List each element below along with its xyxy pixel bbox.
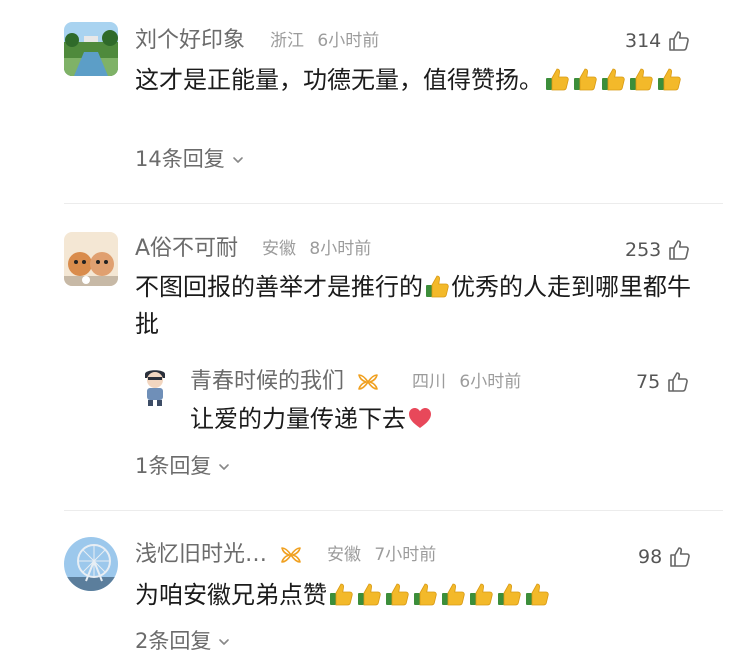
- like-button[interactable]: 98: [638, 545, 692, 569]
- location: 浙江: [270, 31, 304, 51]
- ribbon-badge-icon: [279, 546, 303, 564]
- comment-meta: 浙江 6小时前: [270, 33, 379, 50]
- comment-meta: 安徽 8小时前: [262, 241, 371, 258]
- ferris-wheel-icon: [64, 537, 118, 591]
- thumbs-up-icon: [667, 29, 691, 53]
- thumbs-up-emoji-icon: [600, 66, 626, 92]
- location: 安徽: [327, 545, 361, 565]
- reply-username[interactable]: 青春时候的我们: [190, 371, 344, 393]
- reply-text: 让爱的力量传递下去: [190, 401, 710, 438]
- thumbs-up-icon: [668, 545, 692, 569]
- thumbs-up-emoji-icon: [356, 581, 382, 607]
- like-button[interactable]: 253: [625, 238, 691, 262]
- divider: [64, 203, 723, 204]
- avatar[interactable]: [64, 22, 118, 76]
- comment-text: 不图回报的善举才是推行的 优秀的人走到哪里都牛批: [135, 273, 691, 338]
- comment-meta: 安徽 7小时前: [327, 547, 436, 564]
- avatar[interactable]: [64, 537, 118, 591]
- thumbs-up-emoji-icon: [656, 66, 682, 92]
- expand-replies-button[interactable]: 14条回复: [135, 149, 245, 170]
- timestamp: 6小时前: [459, 372, 522, 392]
- thumbs-up-emoji-icon: [544, 66, 570, 92]
- like-count: 98: [638, 545, 663, 568]
- comment-text: 这才是正能量，功德无量，值得赞扬。: [135, 62, 710, 99]
- landscape-photo-icon: [64, 22, 118, 76]
- thumbs-up-emoji-icon: [440, 581, 466, 607]
- thumbs-up-emoji-icon: [328, 581, 354, 607]
- ribbon-badge-icon: [356, 373, 380, 391]
- like-button[interactable]: 75: [636, 370, 690, 394]
- reply-avatar[interactable]: [135, 364, 175, 408]
- expand-replies-button[interactable]: 1条回复: [135, 456, 231, 477]
- thumbs-up-emoji-icon: [384, 581, 410, 607]
- chevron-down-icon: [217, 635, 231, 649]
- thumbs-up-icon: [667, 238, 691, 262]
- comment-text: 为咱安徽兄弟点赞: [135, 577, 710, 614]
- username[interactable]: A俗不可耐: [135, 238, 238, 260]
- timestamp: 7小时前: [374, 545, 437, 565]
- thumbs-up-emoji-icon: [468, 581, 494, 607]
- reply-meta: 四川 6小时前: [412, 374, 521, 391]
- location: 四川: [412, 372, 446, 392]
- thumbs-up-emoji-icon: [524, 581, 550, 607]
- reply-username-row: 青春时候的我们: [190, 371, 384, 393]
- like-count: 253: [625, 238, 662, 261]
- location: 安徽: [262, 239, 296, 259]
- expand-replies-button[interactable]: 2条回复: [135, 631, 231, 652]
- heart-emoji-icon: [407, 405, 433, 431]
- divider: [64, 510, 723, 511]
- like-count: 314: [625, 29, 662, 52]
- cartoon-pets-icon: [64, 232, 118, 286]
- chibi-character-icon: [135, 364, 175, 408]
- avatar[interactable]: [64, 232, 118, 286]
- thumbs-up-emoji-icon: [496, 581, 522, 607]
- username-row: 浅忆旧时光…: [135, 544, 307, 566]
- thumbs-up-emoji-icon: [412, 581, 438, 607]
- like-button[interactable]: 314: [625, 29, 691, 53]
- thumbs-up-icon: [666, 370, 690, 394]
- timestamp: 6小时前: [317, 31, 380, 51]
- thumbs-up-emoji-icon: [628, 66, 654, 92]
- username[interactable]: 浅忆旧时光…: [135, 544, 267, 566]
- chevron-down-icon: [231, 153, 245, 167]
- thumbs-up-emoji-icon: [424, 273, 450, 299]
- chevron-down-icon: [217, 460, 231, 474]
- thumbs-up-emoji-icon: [572, 66, 598, 92]
- timestamp: 8小时前: [309, 239, 372, 259]
- username[interactable]: 刘个好印象: [135, 30, 245, 52]
- like-count: 75: [636, 370, 661, 393]
